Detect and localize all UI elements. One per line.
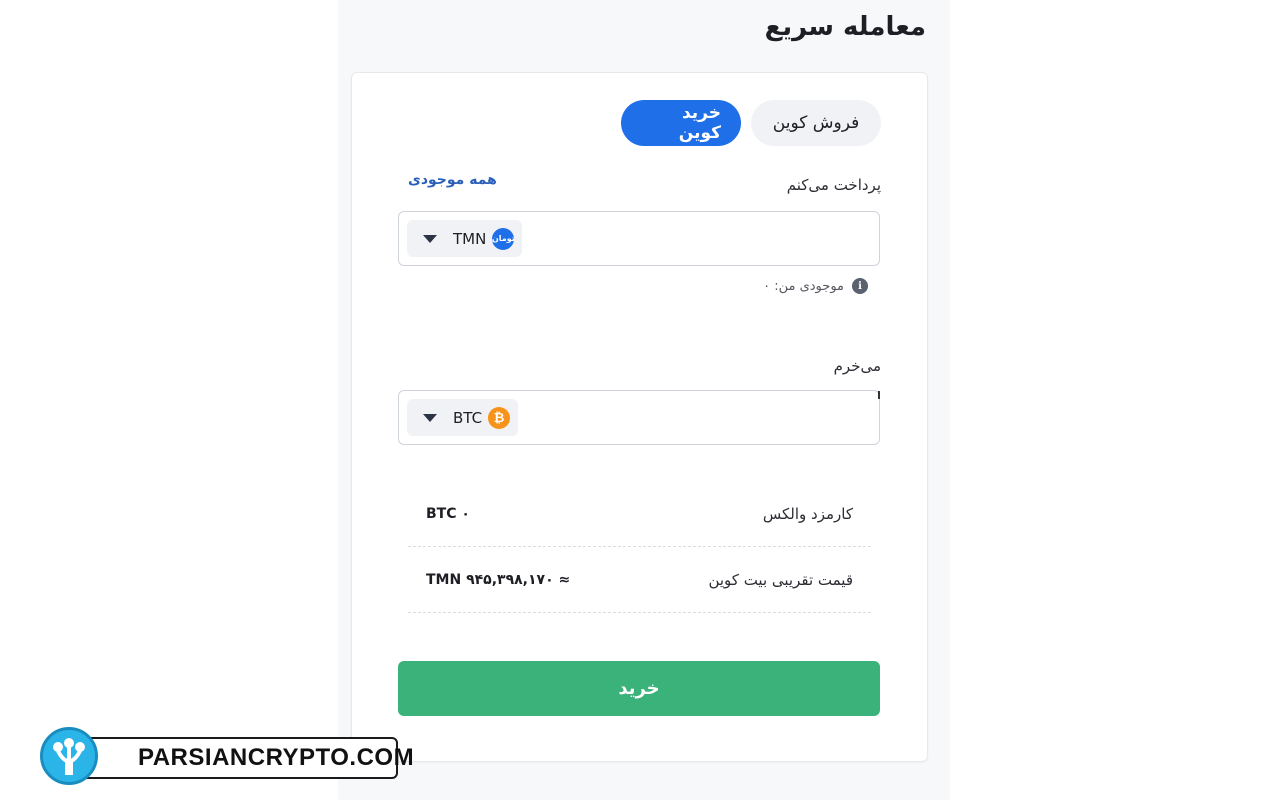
pay-label: پرداخت می‌کنم <box>786 176 881 194</box>
tab-sell-coin[interactable]: فروش کوین <box>751 100 881 146</box>
all-balance-link[interactable]: همه موجودی <box>408 172 497 188</box>
receive-label: می‌خرم <box>833 357 881 375</box>
summary-row-fee: کارمزد والکس ۰ BTC <box>408 482 871 547</box>
btc-price-label: قیمت تقریبی بیت کوین <box>708 571 853 589</box>
watermark: PARSIANCRYPTO.COM <box>40 727 414 789</box>
watermark-text: PARSIANCRYPTO.COM <box>78 737 414 779</box>
parsiancrypto-logo-icon <box>40 727 98 785</box>
buy-button[interactable]: خرید <box>398 661 880 716</box>
chevron-down-icon <box>423 413 437 422</box>
receive-amount-input[interactable]: BTC ₿ <box>398 390 880 445</box>
text-cursor <box>878 391 880 399</box>
chevron-down-icon <box>423 234 437 243</box>
receive-coin-select[interactable]: BTC ₿ <box>407 399 519 436</box>
fee-value: ۰ BTC <box>426 506 470 522</box>
receive-coin-code: BTC <box>453 408 483 427</box>
my-balance-text: موجودی من: ۰ <box>763 278 844 294</box>
fee-label: کارمزد والکس <box>762 505 853 523</box>
pay-amount-input[interactable]: TMN تومان <box>398 211 880 266</box>
watermark-label: PARSIANCRYPTO.COM <box>138 744 415 771</box>
btc-price-value: ≈ ۹۴۵,۳۹۸,۱۷۰ TMN <box>426 572 571 588</box>
summary-row-price: قیمت تقریبی بیت کوین ≈ ۹۴۵,۳۹۸,۱۷۰ TMN <box>408 548 871 613</box>
pay-coin-select[interactable]: TMN تومان <box>407 220 523 257</box>
toman-coin-icon: تومان <box>492 227 515 250</box>
bitcoin-icon: ₿ <box>488 406 511 429</box>
tab-buy-coin[interactable]: خرید کوین <box>621 100 741 146</box>
trade-tabs: خرید کوین فروش کوین <box>621 100 881 146</box>
info-icon: i <box>852 278 868 294</box>
page-title: معامله سریع <box>764 12 926 42</box>
my-balance-note: i موجودی من: ۰ <box>763 278 868 294</box>
pay-coin-code: TMN <box>453 229 487 248</box>
